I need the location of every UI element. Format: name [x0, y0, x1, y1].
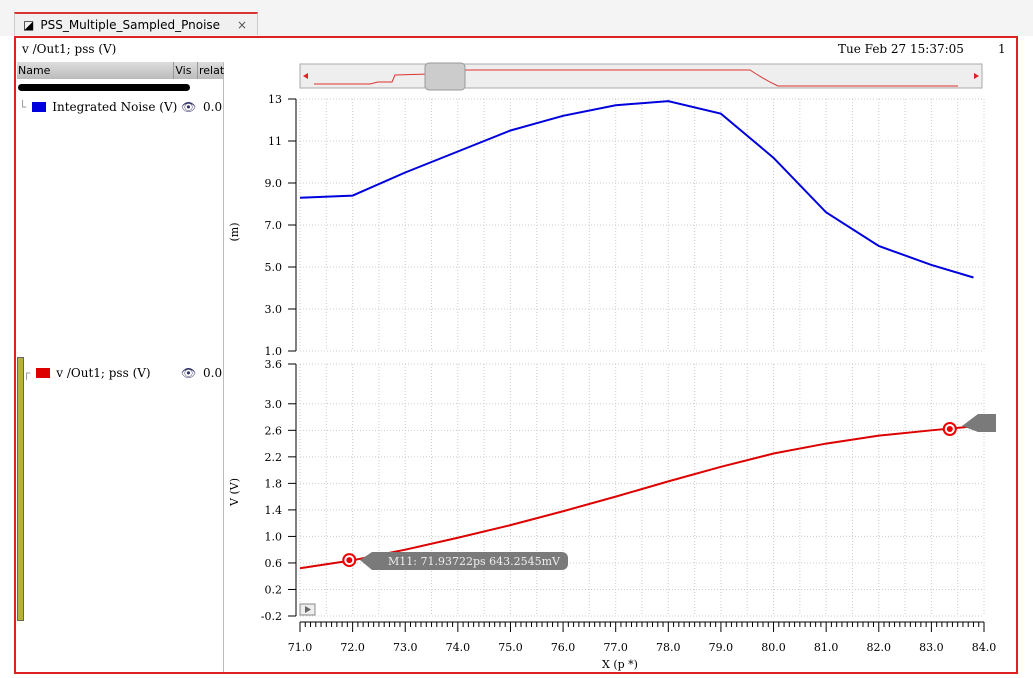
- y-tick-label: 0.2: [265, 583, 283, 596]
- x-tick-label: 75.0: [498, 641, 523, 654]
- x-tick-label: 74.0: [446, 641, 471, 654]
- x-tick-label: 84.0: [972, 641, 997, 654]
- y-tick-label: 1.4: [265, 504, 283, 517]
- series-line: [299, 100, 974, 279]
- y-tick-label: 1.8: [265, 477, 283, 490]
- y-tick-label: 9.0: [265, 177, 283, 190]
- y-tick-label: 11: [268, 135, 282, 148]
- x-tick-label: 79.0: [709, 641, 734, 654]
- y-tick-label: 2.6: [265, 424, 283, 437]
- x-tick-label: 71.0: [288, 641, 313, 654]
- y-tick-label: 0.6: [265, 557, 283, 570]
- marker-dot: [946, 425, 953, 432]
- x-tick-label: 83.0: [919, 641, 944, 654]
- x-tick-label: 76.0: [551, 641, 576, 654]
- x-tick-label: 81.0: [814, 641, 839, 654]
- y-tick-label: 2.2: [265, 451, 283, 464]
- x-tick-label: 80.0: [761, 641, 786, 654]
- x-tick-label: 78.0: [656, 641, 681, 654]
- marker-m11[interactable]: M11: 71.93722ps 643.2545mV: [360, 552, 568, 570]
- x-tick-label: 77.0: [603, 641, 628, 654]
- scroll-thumb: [424, 62, 466, 91]
- y-tick-label: 13: [268, 93, 282, 106]
- y-tick-label: 3.0: [265, 398, 283, 411]
- x-tick-label: 72.0: [340, 641, 365, 654]
- y-tick-label: 7.0: [265, 219, 283, 232]
- y-tick-label: 3.0: [265, 303, 283, 316]
- plot-area[interactable]: 13119.07.05.03.01.03.63.02.62.21.81.41.0…: [0, 0, 1033, 678]
- x-tick-label: 73.0: [393, 641, 418, 654]
- y-tick-label: 1.0: [265, 530, 283, 543]
- x-axis-label: X (p *): [602, 658, 638, 671]
- y-tick-label: 1.0: [265, 345, 283, 358]
- y-axis-label-bottom: V (V): [228, 478, 241, 507]
- marker-label: M11: 71.93722ps 643.2545mV: [388, 555, 561, 568]
- overview-scrollbar[interactable]: [299, 62, 983, 91]
- y-tick-label: -0.2: [261, 610, 282, 623]
- y-tick-label: 5.0: [265, 261, 283, 274]
- x-tick-label: 82.0: [867, 641, 892, 654]
- marker-dot: [346, 557, 353, 564]
- marker-label-right[interactable]: [962, 414, 996, 432]
- y-tick-label: 3.6: [265, 358, 283, 371]
- series-line: [299, 425, 974, 570]
- y-axis-label-top: (m): [228, 222, 241, 241]
